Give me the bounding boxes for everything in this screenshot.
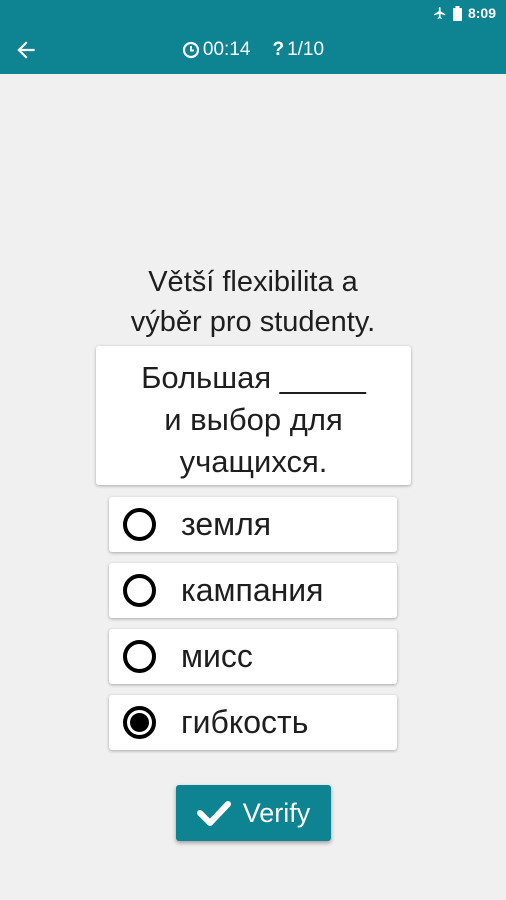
question-progress: ? 1/10 [272,39,324,61]
radio-button[interactable] [123,508,156,541]
status-bar: 8:09 [0,0,506,26]
radio-button[interactable] [123,706,156,739]
timer: 00:14 [182,39,251,61]
app-bar: 00:14 ? 1/10 [0,26,506,74]
battery-icon [452,5,462,21]
sentence-line: Большая _____ [141,360,366,395]
prompt-line: Větší flexibilita a [148,266,358,298]
answer-option[interactable]: мисс [109,629,397,684]
sentence-line: и выбор для [164,402,343,437]
checkmark-icon [196,801,231,826]
answer-options: земля кампания мисс гибкость [109,497,397,761]
clock-icon [182,41,200,59]
sentence-card: Большая _____ и выбор для учащихся. [96,346,411,485]
verify-button[interactable]: Verify [176,785,331,841]
option-label: земля [181,506,272,542]
question-prompt: Větší flexibilita a výběr pro studenty. [60,262,446,342]
prompt-line: výběr pro studenty. [130,306,376,338]
timer-value: 00:14 [202,39,251,60]
answer-option[interactable]: гибкость [109,695,397,750]
option-label: кампания [181,572,324,608]
option-label: гибкость [181,704,309,740]
option-label: мисс [181,638,253,674]
status-time: 8:09 [467,5,496,21]
answer-option[interactable]: земля [109,497,397,552]
answer-option[interactable]: кампания [109,563,397,618]
radio-button[interactable] [123,640,156,673]
verify-label: Verify [242,797,311,828]
airplane-icon [433,6,447,20]
progress-value: 1/10 [287,39,325,60]
radio-button[interactable] [123,574,156,607]
sentence-line: учащихся. [179,444,328,479]
question-mark-icon: ? [272,39,285,60]
